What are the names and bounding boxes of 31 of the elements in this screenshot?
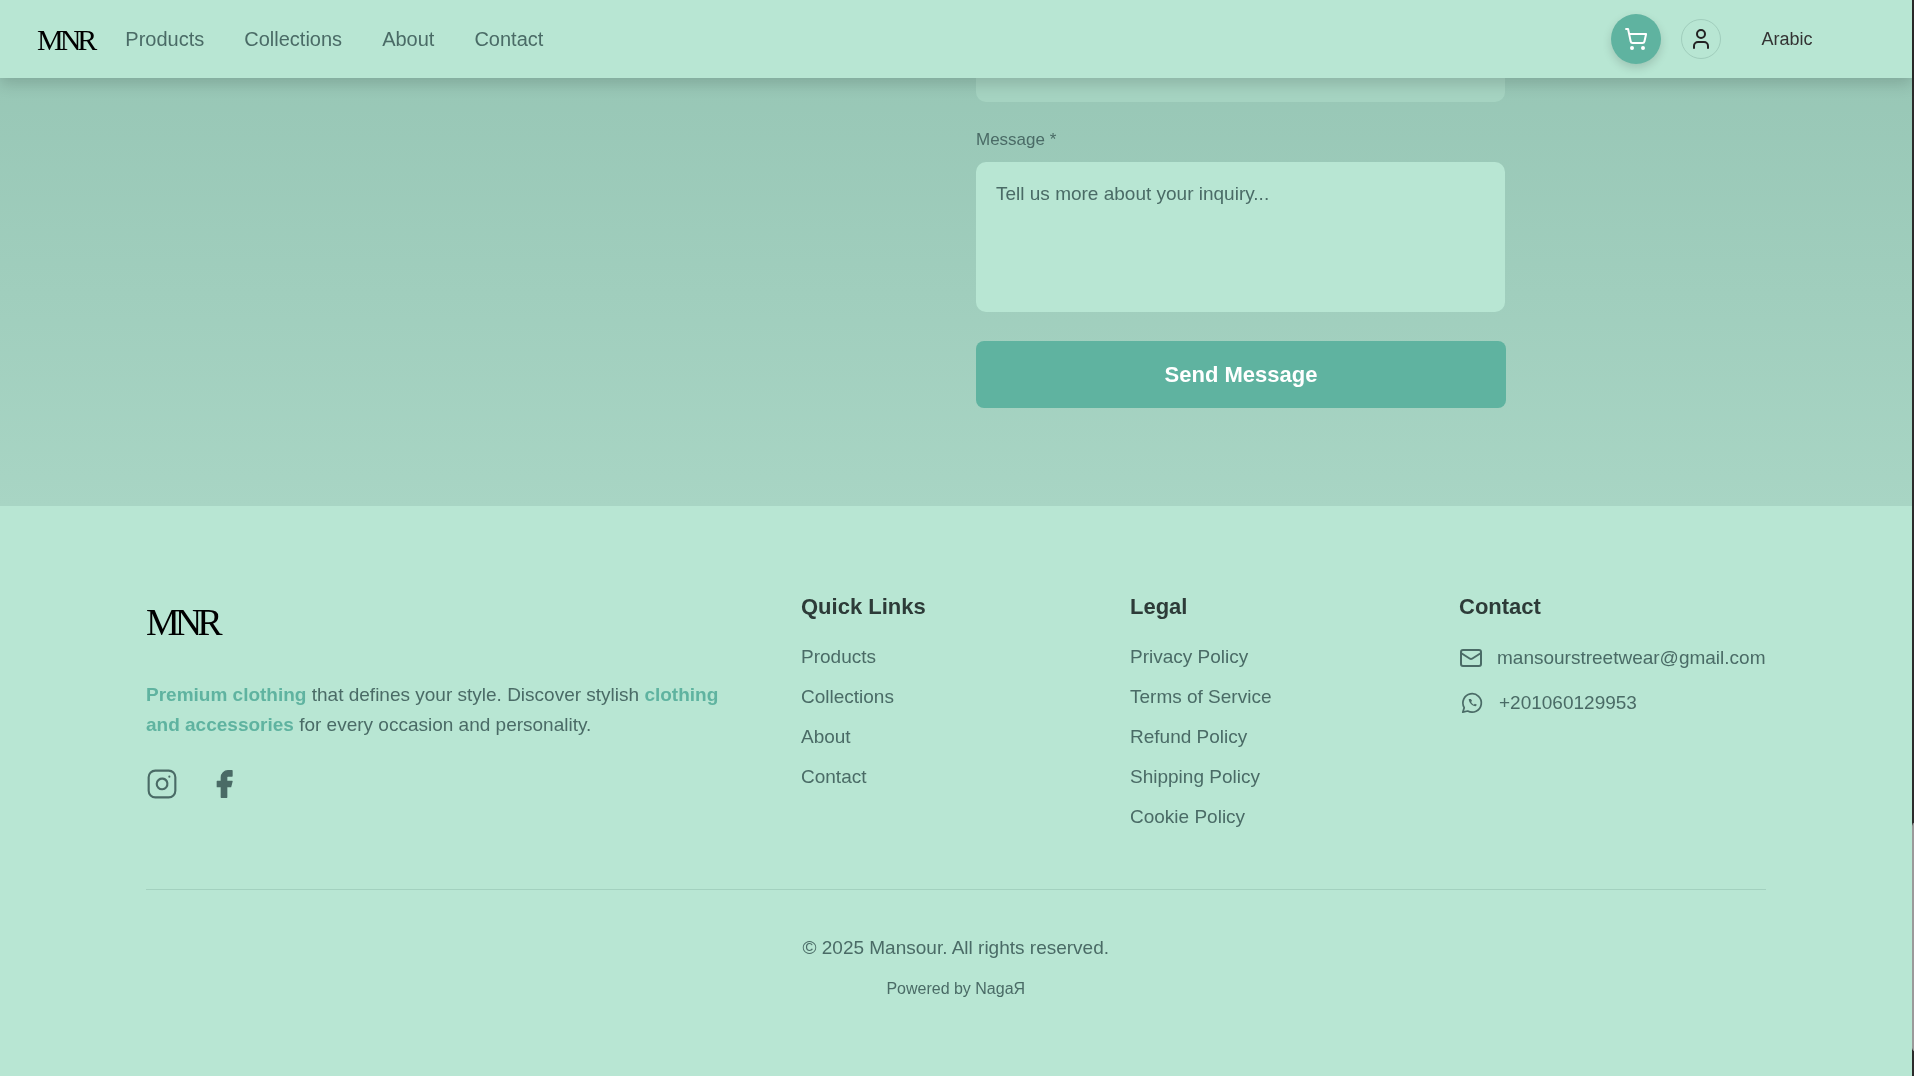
- subject-field[interactable]: [976, 78, 1505, 102]
- footer-link[interactable]: Products: [801, 644, 1130, 669]
- column-heading: Quick Links: [801, 593, 927, 621]
- message-field[interactable]: Tell us more about your inquiry...: [976, 161, 1505, 312]
- nav-link[interactable]: Collections: [244, 24, 343, 54]
- nav-link[interactable]: Products: [125, 24, 205, 54]
- footer-link[interactable]: Privacy Policy: [1130, 644, 1459, 669]
- send-message-button[interactable]: Send Message: [976, 340, 1506, 408]
- footer-link[interactable]: Cookie Policy: [1130, 804, 1459, 829]
- nav-link[interactable]: Contact: [474, 24, 544, 54]
- column-heading: Legal: [1130, 593, 1189, 621]
- footer-link[interactable]: Contact: [801, 764, 1130, 789]
- instagram-icon[interactable]: [146, 768, 178, 800]
- field-label: Message *: [976, 129, 1058, 151]
- powered-by-text: Powered by NagaЯ: [886, 978, 1026, 999]
- cart-button[interactable]: [1611, 14, 1662, 64]
- footer-logo: MNR: [146, 602, 220, 642]
- footer-link[interactable]: About: [801, 724, 1130, 749]
- language-button[interactable]: Arabic: [1761, 25, 1813, 53]
- column-heading: Contact: [1459, 593, 1542, 621]
- contact-text[interactable]: mansourstreetwear@gmail.com: [1497, 644, 1766, 673]
- copyright-text: © 2025 Mansour. All rights reserved.: [802, 936, 1109, 960]
- cart-icon: [1624, 27, 1649, 51]
- footer-link[interactable]: Refund Policy: [1130, 724, 1459, 749]
- contact-text[interactable]: +201060129953: [1499, 688, 1637, 717]
- footer-link[interactable]: Collections: [801, 684, 1130, 709]
- footer-tagline: Premium clothing that defines your style. Discover stylish clothing and accessories for every occasion and personality.: [146, 683, 720, 737]
- footer-link[interactable]: Shipping Policy: [1130, 764, 1459, 789]
- logo[interactable]: MNR: [37, 16, 94, 62]
- footer-link[interactable]: Terms of Service: [1130, 684, 1459, 709]
- nav-link[interactable]: About: [382, 24, 435, 54]
